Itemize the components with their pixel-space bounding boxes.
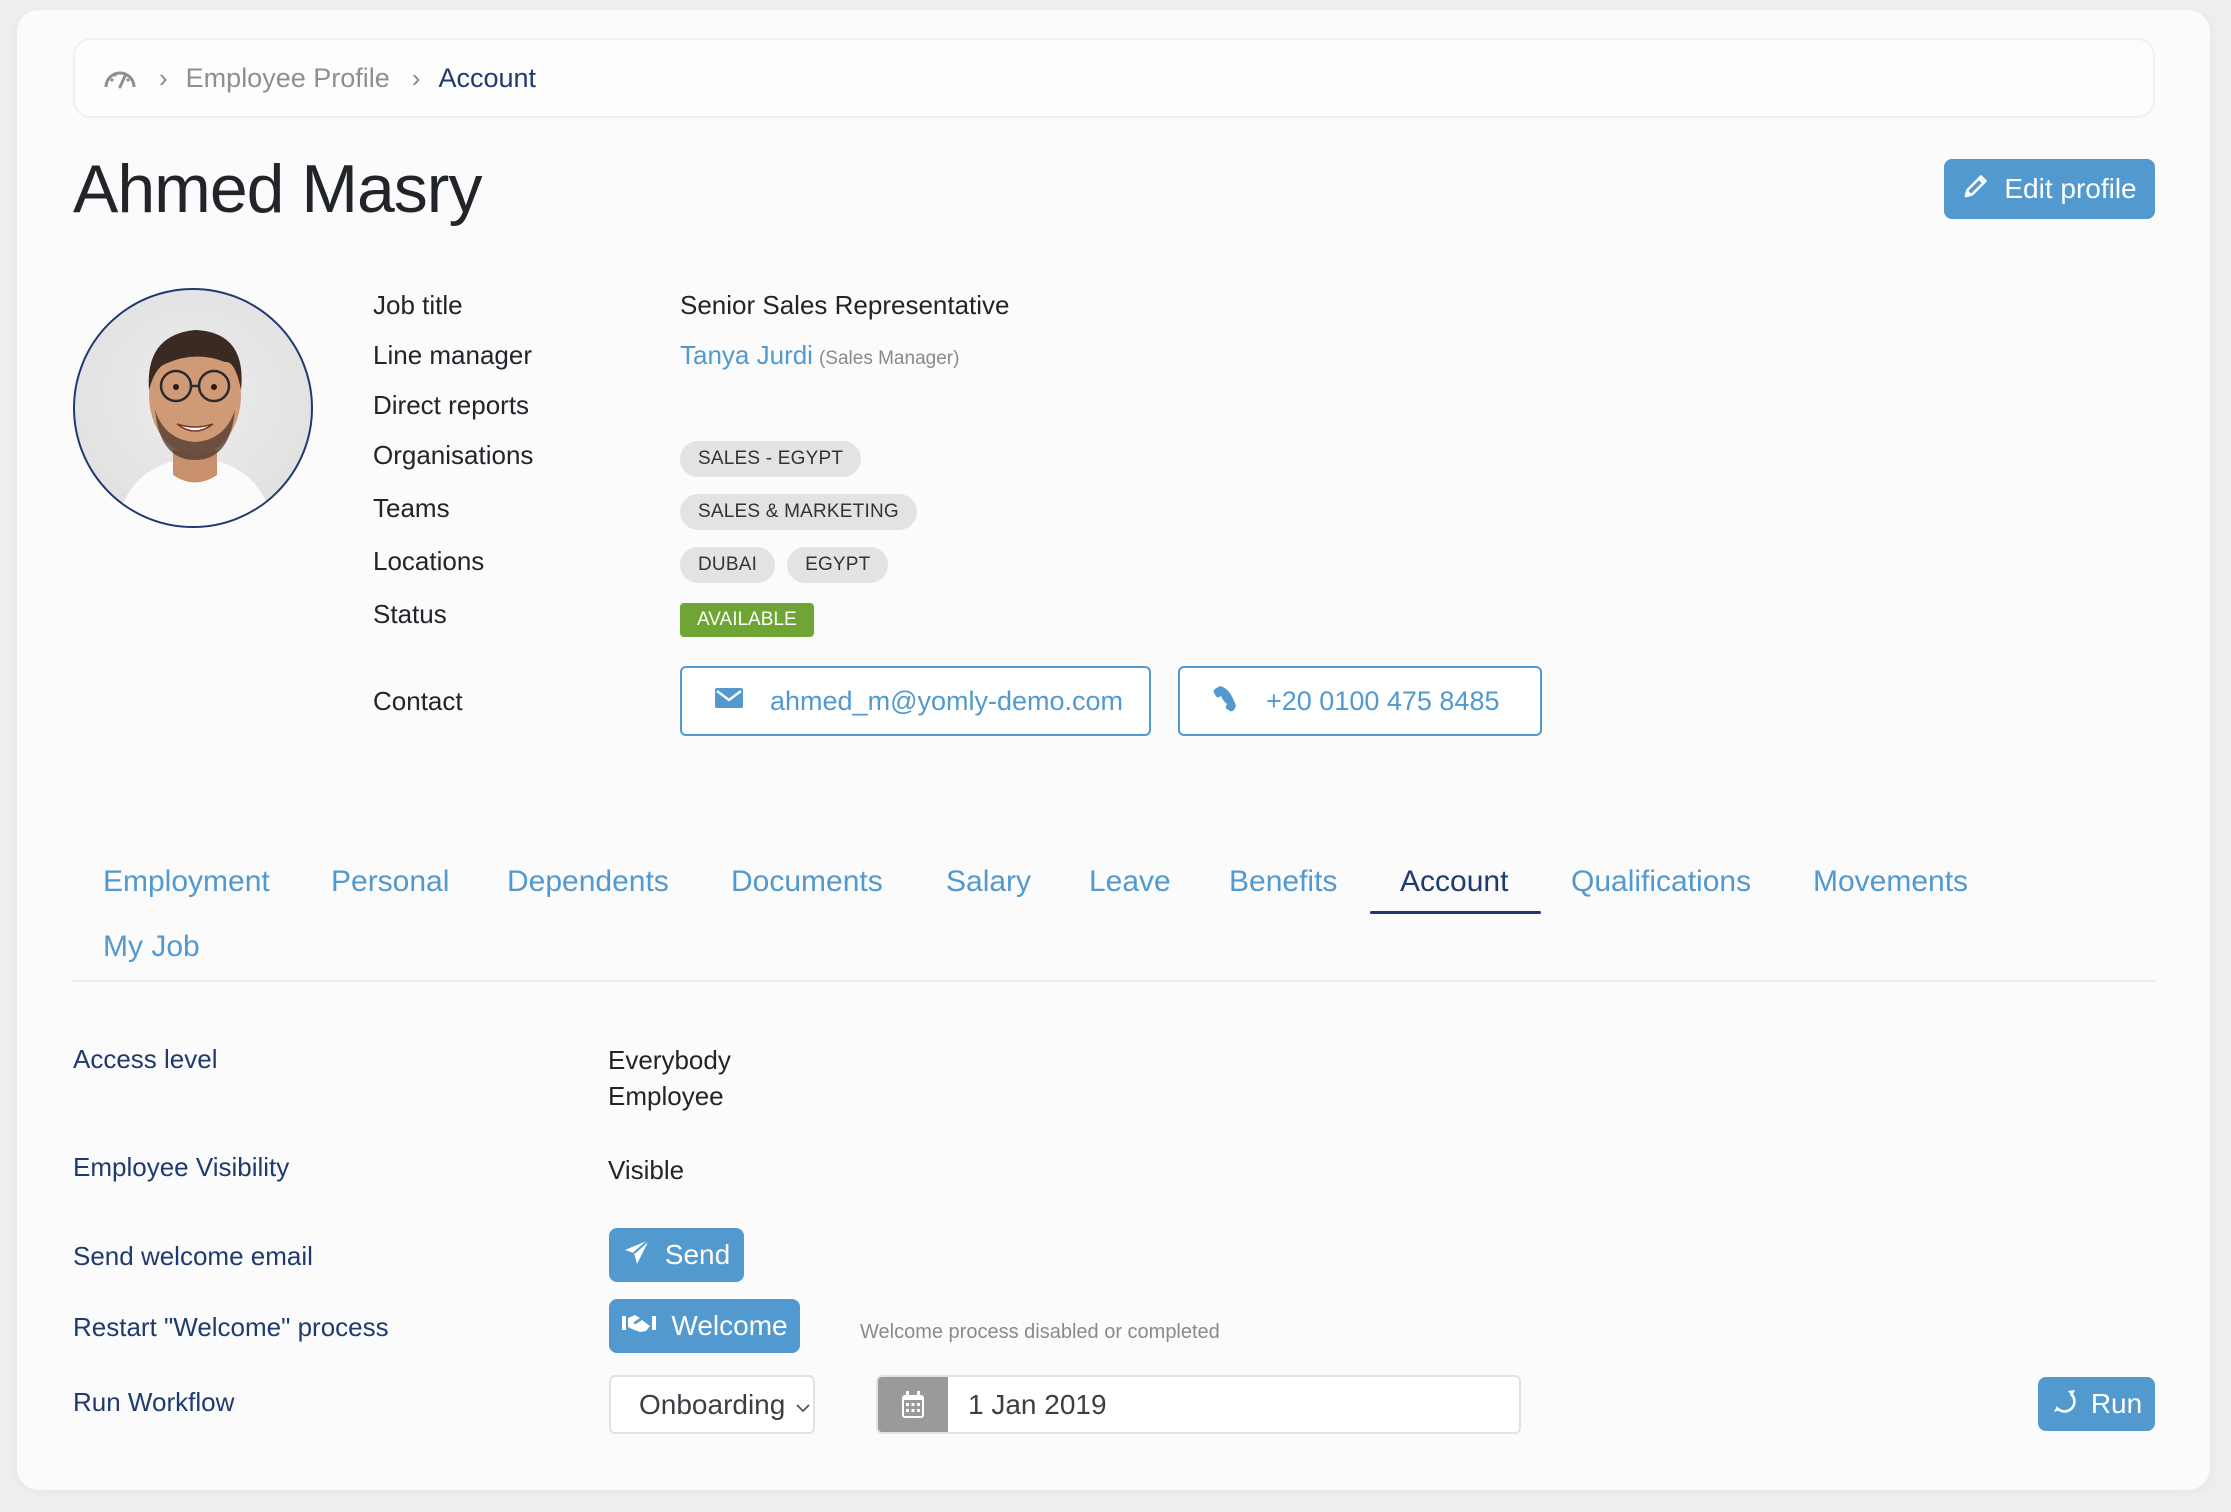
- tab-employment[interactable]: Employment: [103, 865, 270, 899]
- locations-chips: DUBAI EGYPT: [680, 546, 900, 583]
- chevron-right-icon: ›: [411, 62, 421, 93]
- direct-reports-label: Direct reports: [373, 390, 530, 420]
- status-label: Status: [373, 599, 447, 629]
- welcome-process-label: Restart "Welcome" process: [73, 1312, 389, 1342]
- tab-qualifications[interactable]: Qualifications: [1571, 865, 1751, 899]
- tab-documents[interactable]: Documents: [731, 865, 883, 899]
- edit-profile-label: Edit profile: [2004, 173, 2137, 204]
- tab-leave[interactable]: Leave: [1089, 865, 1171, 899]
- active-tab-indicator: [1370, 911, 1541, 914]
- job-title-label: Job title: [373, 290, 463, 320]
- breadcrumb-employee-profile[interactable]: Employee Profile: [186, 63, 390, 94]
- job-title-value: Senior Sales Representative: [680, 290, 1010, 320]
- breadcrumb-account: Account: [438, 62, 537, 93]
- tab-personal[interactable]: Personal: [331, 865, 449, 899]
- calendar-icon[interactable]: [878, 1377, 948, 1432]
- organisations-label: Organisations: [373, 440, 534, 470]
- envelope-icon: [714, 686, 744, 717]
- handshake-icon: [621, 1310, 657, 1342]
- visibility-label: Employee Visibility: [73, 1152, 290, 1182]
- phone-icon: [1210, 683, 1240, 720]
- welcome-email-label: Send welcome email: [73, 1241, 313, 1271]
- tab-dependents[interactable]: Dependents: [507, 865, 669, 899]
- avatar: [73, 288, 313, 528]
- refresh-icon: [2051, 1388, 2077, 1421]
- welcome-helper-text: Welcome process disabled or completed: [860, 1321, 1220, 1343]
- phone-button[interactable]: +20 0100 475 8485: [1178, 666, 1542, 736]
- run-workflow-label: Run Workflow: [73, 1387, 235, 1417]
- tab-salary[interactable]: Salary: [946, 865, 1031, 899]
- breadcrumb: › Employee Profile › Account: [73, 38, 2155, 118]
- teams-label: Teams: [373, 493, 450, 523]
- access-level-label: Access level: [73, 1044, 218, 1074]
- welcome-label: Welcome: [671, 1310, 788, 1341]
- access-level-value: Employee: [608, 1081, 724, 1111]
- tab-benefits[interactable]: Benefits: [1229, 865, 1337, 899]
- team-chip: SALES & MARKETING: [680, 494, 917, 530]
- restart-welcome-button[interactable]: Welcome: [609, 1299, 800, 1353]
- email-value: ahmed_m@yomly-demo.com: [770, 685, 1124, 716]
- visibility-value: Visible: [608, 1155, 685, 1185]
- organisation-chip: SALES - EGYPT: [680, 441, 862, 477]
- profile-card: [17, 10, 2210, 1490]
- email-button[interactable]: ahmed_m@yomly-demo.com: [680, 666, 1151, 736]
- locations-label: Locations: [373, 546, 485, 576]
- tab-account[interactable]: Account: [1400, 865, 1508, 899]
- access-level-values: Everybody Employee: [608, 1042, 731, 1114]
- pencil-icon: [1962, 172, 1990, 207]
- run-label: Run: [2090, 1388, 2143, 1419]
- location-chip: DUBAI: [680, 547, 776, 583]
- workflow-select[interactable]: Onboarding: [609, 1375, 815, 1434]
- line-manager-label: Line manager: [373, 340, 532, 370]
- line-manager-link[interactable]: Tanya Jurdi: [680, 340, 813, 370]
- workflow-date-field: [876, 1375, 1521, 1434]
- status-value: AVAILABLE: [680, 601, 814, 637]
- page-title: Ahmed Masry: [73, 151, 482, 227]
- chevron-down-icon: [795, 1389, 811, 1421]
- edit-profile-button[interactable]: Edit profile: [1944, 159, 2155, 219]
- workflow-date-input[interactable]: [948, 1377, 1519, 1432]
- location-chip: EGYPT: [787, 547, 889, 583]
- phone-value: +20 0100 475 8485: [1266, 685, 1500, 716]
- line-manager-value: Tanya Jurdi (Sales Manager): [680, 340, 959, 371]
- chevron-right-icon: ›: [159, 62, 168, 93]
- tabs-divider: [73, 980, 2155, 982]
- organisations-chips: SALES - EGYPT: [680, 440, 873, 477]
- contact-label: Contact: [373, 686, 463, 716]
- paper-plane-icon: [623, 1238, 651, 1273]
- workflow-selected: Onboarding: [639, 1388, 786, 1420]
- status-badge: AVAILABLE: [680, 603, 814, 637]
- tab-my-job[interactable]: My Job: [103, 930, 200, 964]
- run-workflow-button[interactable]: Run: [2038, 1377, 2155, 1431]
- teams-chips: SALES & MARKETING: [680, 493, 929, 530]
- dashboard-gauge-icon[interactable]: [103, 65, 137, 91]
- tab-movements[interactable]: Movements: [1813, 865, 1968, 899]
- line-manager-role: (Sales Manager): [818, 348, 960, 369]
- send-welcome-email-button[interactable]: Send: [609, 1228, 744, 1282]
- access-level-value: Everybody: [608, 1045, 731, 1075]
- send-label: Send: [664, 1239, 731, 1270]
